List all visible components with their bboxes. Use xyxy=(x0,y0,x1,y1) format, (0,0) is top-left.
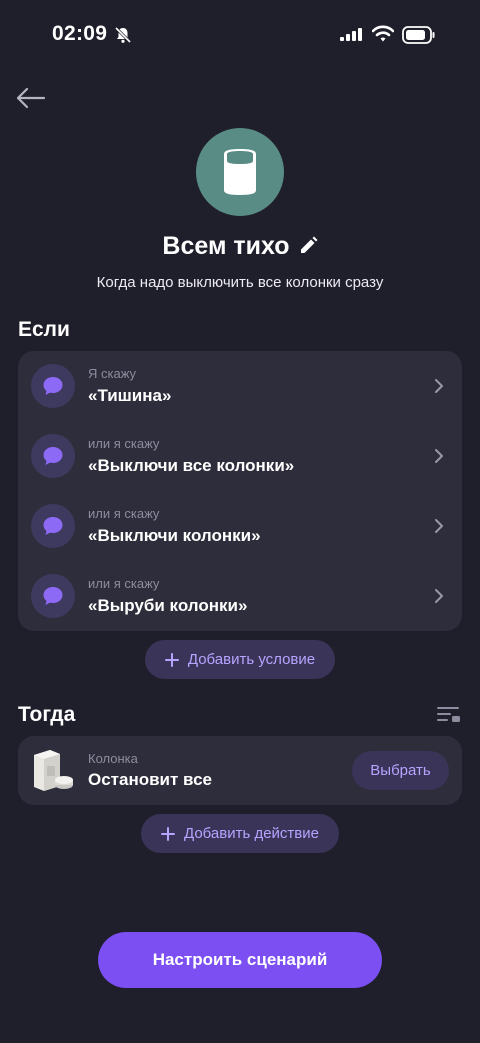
condition-phrase: «Выключи все колонки» xyxy=(88,456,295,475)
status-time: 02:09 xyxy=(52,22,108,45)
condition-item[interactable]: или я скажу «Выруби колонки» xyxy=(18,561,462,631)
then-section-title: Тогда xyxy=(18,703,76,726)
condition-phrase: «Выруби колонки» xyxy=(88,596,248,615)
speaker-device-image xyxy=(34,750,73,791)
chat-bubble-icon xyxy=(43,447,63,465)
chevron-right-icon xyxy=(435,589,443,603)
action-label: Остановит все xyxy=(88,770,212,789)
title-row: Всем тихо xyxy=(0,226,480,266)
wifi-icon xyxy=(372,25,394,42)
scenario-screen: 02:09 Всем тихо Когда надо выключить все… xyxy=(0,0,480,1043)
chevron-right-icon xyxy=(435,379,443,393)
pencil-icon[interactable] xyxy=(298,236,318,256)
chevron-right-icon xyxy=(435,519,443,533)
add-condition-button[interactable]: Добавить условие xyxy=(145,640,335,679)
condition-item[interactable]: или я скажу «Выключи все колонки» xyxy=(18,421,462,491)
add-condition-label: Добавить условие xyxy=(187,651,316,668)
action-hint: Колонка xyxy=(88,751,138,766)
bell-off-icon xyxy=(114,26,132,44)
condition-avatar xyxy=(31,364,75,408)
condition-hint: Я скажу xyxy=(88,366,137,381)
speaker-icon xyxy=(224,149,256,195)
filter-list-icon[interactable] xyxy=(437,705,461,723)
choose-button[interactable]: Выбрать xyxy=(352,751,449,790)
add-action-label: Добавить действие xyxy=(184,825,319,842)
battery-icon xyxy=(402,26,435,44)
if-section-title: Если xyxy=(18,318,70,341)
condition-item[interactable]: Я скажу «Тишина» xyxy=(18,351,462,421)
chat-bubble-icon xyxy=(43,587,63,605)
condition-phrase: «Выключи колонки» xyxy=(88,526,261,545)
add-action-button[interactable]: Добавить действие xyxy=(141,814,339,853)
condition-item[interactable]: или я скажу «Выключи колонки» xyxy=(18,491,462,561)
signal-icon xyxy=(340,28,362,41)
configure-scenario-button[interactable]: Настроить сценарий xyxy=(98,932,382,988)
scenario-icon xyxy=(196,128,284,216)
condition-avatar xyxy=(31,574,75,618)
scenario-description: Когда надо выключить все колонки сразу xyxy=(96,274,384,291)
plus-icon xyxy=(164,652,179,667)
condition-phrase: «Тишина» xyxy=(88,386,172,405)
condition-hint: или я скажу xyxy=(88,506,160,521)
back-button[interactable] xyxy=(14,84,48,112)
status-bar: 02:09 xyxy=(0,0,480,70)
plus-icon xyxy=(161,826,175,841)
condition-avatar xyxy=(31,434,75,478)
condition-hint: или я скажу xyxy=(88,436,160,451)
conditions-card: Я скажу «Тишина» или я скажу «Выключи вс… xyxy=(18,351,462,631)
chat-bubble-icon xyxy=(43,517,63,535)
action-card[interactable]: Колонка Остановит все Выбрать xyxy=(18,736,462,805)
chat-bubble-icon xyxy=(43,377,63,395)
scenario-title: Всем тихо xyxy=(162,231,290,260)
condition-avatar xyxy=(31,504,75,548)
condition-hint: или я скажу xyxy=(88,576,160,591)
chevron-right-icon xyxy=(435,449,443,463)
